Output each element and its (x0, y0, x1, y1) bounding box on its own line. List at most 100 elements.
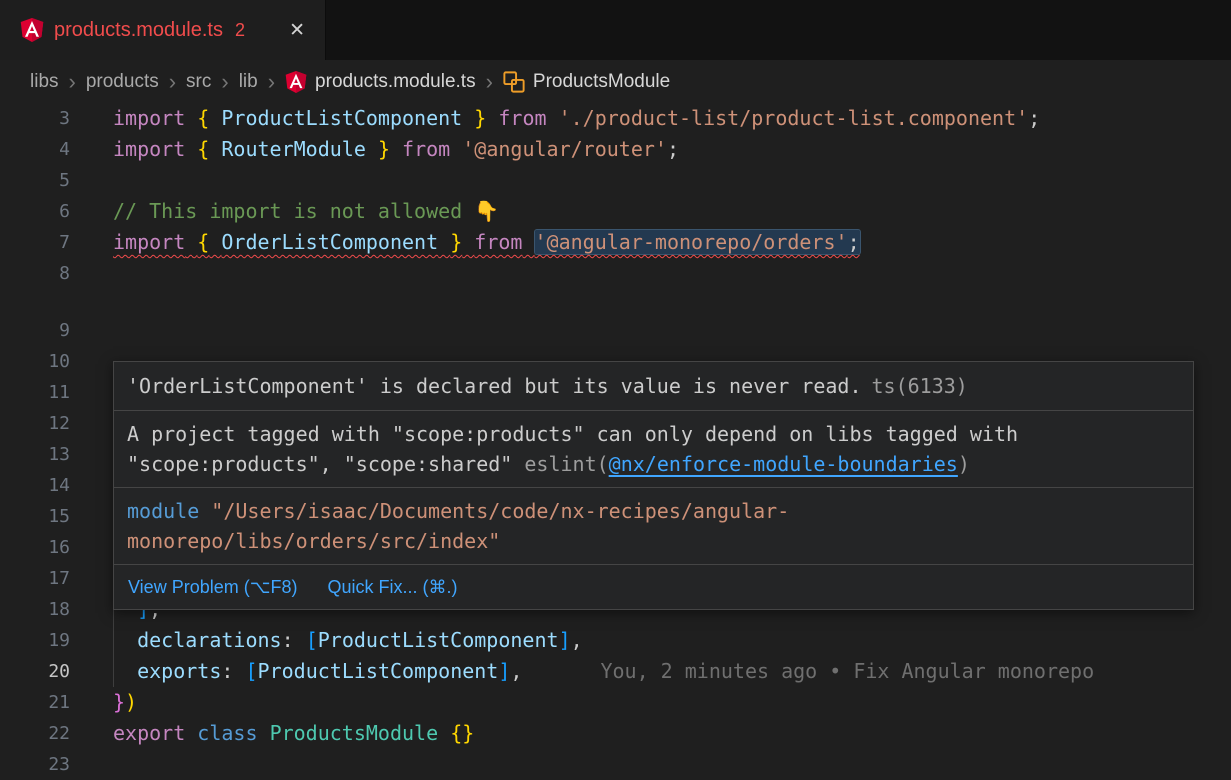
breadcrumb-item-libs[interactable]: libs (30, 71, 59, 93)
code-line-5[interactable]: 5 (0, 165, 1231, 196)
code-token (486, 106, 498, 130)
code-token: { (197, 230, 209, 254)
code-line-6[interactable]: 6// This import is not allowed 👇 (0, 196, 1231, 227)
hover-actions: View Problem (⌥F8) Quick Fix... (⌘.) (114, 565, 1193, 609)
tab-bar: products.module.ts 2 ✕ (0, 0, 1231, 60)
code-token: { (197, 106, 209, 130)
line-number: 17 (0, 563, 70, 594)
line-code (113, 315, 1231, 346)
code-token (185, 230, 197, 254)
code-token: export (113, 721, 185, 745)
line-number: 16 (0, 532, 70, 563)
eslint-message-line2: "scope:products", "scope:shared" eslint(… (127, 449, 1180, 479)
module-quickinfo-line1: module "/Users/isaac/Documents/code/nx-r… (127, 496, 1180, 526)
eslint-rule-link[interactable]: @nx/enforce-module-boundaries (609, 452, 958, 476)
code-token: [ (306, 628, 318, 652)
code-token: } (113, 690, 125, 714)
view-problem-link[interactable]: View Problem (⌥F8) (128, 572, 297, 602)
indent-guide (113, 625, 114, 656)
line-number: 11 (0, 377, 70, 408)
line-code: import { RouterModule } from '@angular/r… (113, 134, 1231, 165)
code-token: exports (137, 659, 221, 683)
code-token: } (378, 137, 390, 161)
code-line-9[interactable]: 9 (0, 315, 1231, 346)
code-token: ; (1028, 106, 1040, 130)
eslint-source-suffix: ) (958, 452, 970, 476)
eslint-message-line1: A project tagged with "scope:products" c… (127, 419, 1180, 449)
hover-target-highlight: '@angular-monorepo/orders'; (535, 230, 860, 254)
quick-fix-link[interactable]: Quick Fix... (⌘.) (327, 572, 457, 602)
line-number: 10 (0, 346, 70, 377)
code-token: ) (125, 690, 137, 714)
module-quickinfo-line2: monorepo/libs/orders/src/index" (127, 526, 1180, 556)
line-number: 12 (0, 408, 70, 439)
breadcrumb-separator-icon: › (486, 71, 493, 93)
code-line-4[interactable]: 4import { RouterModule } from '@angular/… (0, 134, 1231, 165)
code-editor[interactable]: 3import { ProductListComponent } from '.… (0, 103, 1231, 780)
code-line-21[interactable]: 21}) (0, 687, 1231, 718)
code-token: import (113, 106, 185, 130)
line-text: import { RouterModule } from '@angular/r… (113, 137, 679, 161)
indent-guide (113, 656, 114, 687)
code-line-19[interactable]: 19 declarations: [ProductListComponent], (0, 625, 1231, 656)
code-line-20[interactable]: 20 exports: [ProductListComponent],You, … (0, 656, 1231, 687)
tab-label: products.module.ts (54, 19, 223, 42)
code-line-8[interactable]: 8 (0, 258, 1231, 289)
breadcrumb-item-productsmodule[interactable]: ProductsModule (503, 71, 670, 93)
line-number: 9 (0, 315, 70, 346)
code-token (113, 628, 137, 652)
code-line-7[interactable]: 7import { OrderListComponent } from '@an… (0, 227, 1231, 258)
code-token (258, 721, 270, 745)
ts-error-code: ts(6133) (872, 374, 968, 398)
breadcrumb-separator-icon: › (221, 71, 228, 93)
code-token: import (113, 230, 185, 254)
code-token: '@angular-monorepo/orders' (535, 230, 848, 254)
code-token: [ (245, 659, 257, 683)
code-token (113, 659, 137, 683)
line-number: 20 (0, 656, 70, 687)
code-token: ProductsModule (270, 721, 439, 745)
code-line-23[interactable]: 23 (0, 749, 1231, 780)
code-token (209, 137, 221, 161)
ts-diagnostic-message: 'OrderListComponent' is declared but its… (127, 374, 862, 398)
code-token: , (571, 628, 583, 652)
line-number: 14 (0, 470, 70, 501)
code-token: ] (498, 659, 510, 683)
breadcrumb-item-products[interactable]: products (86, 71, 159, 93)
git-blame-annotation: You, 2 minutes ago • Fix Angular monorep… (600, 659, 1094, 683)
code-token: ProductListComponent (221, 106, 462, 130)
module-keyword: module (127, 499, 199, 523)
code-token (522, 230, 534, 254)
line-number: 23 (0, 749, 70, 780)
line-code: import { ProductListComponent } from './… (113, 103, 1231, 134)
breadcrumb-item-src[interactable]: src (186, 71, 211, 93)
line-code: import { OrderListComponent } from '@ang… (113, 227, 1231, 258)
code-line-3[interactable]: 3import { ProductListComponent } from '.… (0, 103, 1231, 134)
code-token: declarations (137, 628, 282, 652)
code-token: ProductListComponent (258, 659, 499, 683)
breadcrumb-label: lib (239, 71, 258, 93)
line-number: 6 (0, 196, 70, 227)
code-token: './product-list/product-list.component' (559, 106, 1029, 130)
code-token: 👇 (474, 199, 499, 223)
breadcrumb-item-products.module.ts[interactable]: products.module.ts (285, 71, 476, 93)
breadcrumb-item-lib[interactable]: lib (239, 71, 258, 93)
code-token: , (510, 659, 522, 683)
tab-products-module[interactable]: products.module.ts 2 ✕ (0, 0, 326, 60)
breadcrumb-label: src (186, 71, 211, 93)
code-token: ; (667, 137, 679, 161)
eslint-diagnostic-row: A project tagged with "scope:products" c… (114, 411, 1193, 487)
close-icon[interactable]: ✕ (285, 17, 309, 44)
code-line-22[interactable]: 22export class ProductsModule {} (0, 718, 1231, 749)
line-text: export class ProductsModule {} (113, 721, 474, 745)
code-token: import (113, 137, 185, 161)
line-number: 5 (0, 165, 70, 196)
line-code: exports: [ProductListComponent],You, 2 m… (113, 656, 1231, 687)
code-token (462, 230, 474, 254)
code-token: from (402, 137, 450, 161)
code-token (366, 137, 378, 161)
code-token: {} (450, 721, 474, 745)
line-number: 13 (0, 439, 70, 470)
code-token (185, 137, 197, 161)
line-text: declarations: [ProductListComponent], (113, 628, 583, 652)
